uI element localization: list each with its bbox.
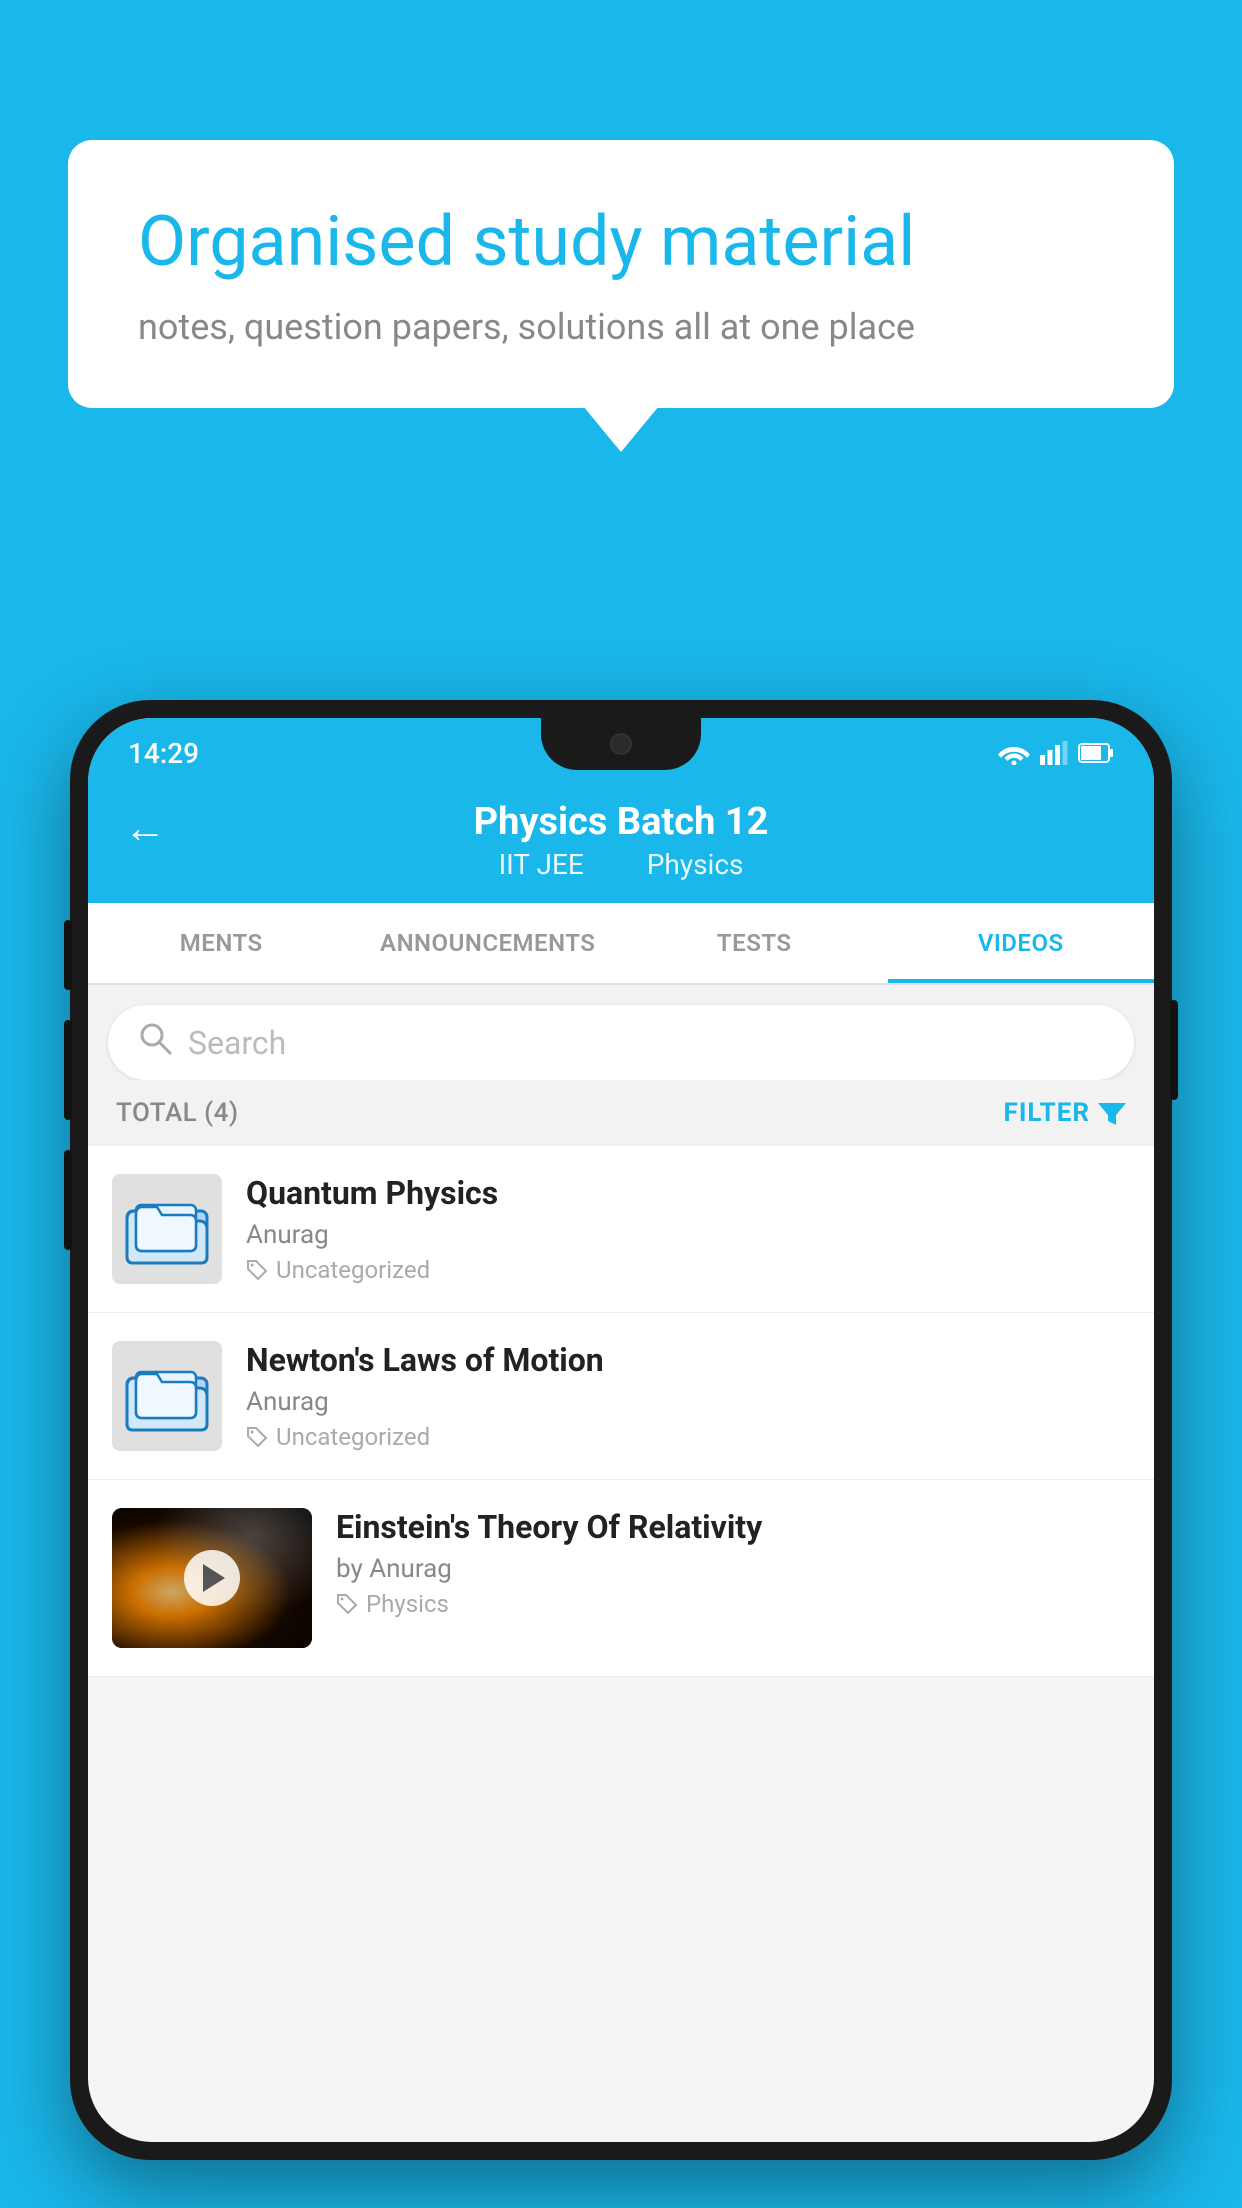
bubble-title: Organised study material <box>138 200 1104 284</box>
filter-icon <box>1098 1099 1126 1127</box>
app-bar: ← Physics Batch 12 IIT JEE Physics <box>88 780 1154 903</box>
list-item[interactable]: Einstein's Theory Of Relativity by Anura… <box>88 1480 1154 1677</box>
list-item[interactable]: Newton's Laws of Motion Anurag Uncategor… <box>88 1313 1154 1480</box>
mute-button <box>64 920 72 990</box>
tag-icon <box>336 1593 358 1615</box>
video-thumbnail-quantum <box>112 1174 222 1284</box>
tab-bar: MENTS ANNOUNCEMENTS TESTS VIDEOS <box>88 903 1154 985</box>
wifi-icon <box>998 741 1030 765</box>
filter-button[interactable]: FILTER <box>1004 1098 1126 1128</box>
folder-icon <box>122 1184 212 1274</box>
search-bar[interactable]: Search <box>108 1005 1134 1080</box>
back-button[interactable]: ← <box>124 804 166 853</box>
tag-text: Physics <box>366 1590 449 1618</box>
volume-down-button <box>64 1150 72 1250</box>
speech-bubble: Organised study material notes, question… <box>68 140 1174 408</box>
play-button-overlay[interactable] <box>112 1508 312 1648</box>
tab-ments[interactable]: MENTS <box>88 903 355 983</box>
list-item[interactable]: Quantum Physics Anurag Uncategorized <box>88 1146 1154 1313</box>
tag-icon <box>246 1426 268 1448</box>
content-area: Search TOTAL (4) FILTER <box>88 985 1154 1677</box>
video-title: Einstein's Theory Of Relativity <box>336 1508 1130 1546</box>
front-camera <box>610 733 632 755</box>
tag-text: Uncategorized <box>276 1256 430 1284</box>
video-tag: Physics <box>336 1590 1130 1618</box>
tab-videos[interactable]: VIDEOS <box>888 903 1155 983</box>
phone-mockup: 14:29 <box>70 700 1172 2208</box>
phone-outer: 14:29 <box>70 700 1172 2160</box>
search-icon <box>138 1021 172 1064</box>
video-title: Newton's Laws of Motion <box>246 1341 1130 1379</box>
video-author: Anurag <box>246 1220 1130 1250</box>
app-subtitle: IIT JEE Physics <box>485 848 758 881</box>
subtitle-part1: IIT JEE <box>499 848 584 881</box>
signal-icon <box>1040 741 1068 765</box>
status-time: 14:29 <box>128 737 199 770</box>
volume-up-button <box>64 1020 72 1120</box>
video-info-newton: Newton's Laws of Motion Anurag Uncategor… <box>246 1341 1130 1451</box>
play-triangle-icon <box>203 1564 225 1592</box>
video-list: Quantum Physics Anurag Uncategorized <box>88 1146 1154 1677</box>
power-button <box>1170 1000 1178 1100</box>
video-tag: Uncategorized <box>246 1423 1130 1451</box>
video-author: by Anurag <box>336 1554 1130 1584</box>
tag-icon <box>246 1259 268 1281</box>
tab-tests[interactable]: TESTS <box>621 903 888 983</box>
battery-icon <box>1078 742 1114 764</box>
filter-label: FILTER <box>1004 1098 1090 1128</box>
tab-announcements[interactable]: ANNOUNCEMENTS <box>355 903 622 983</box>
folder-icon <box>122 1351 212 1441</box>
video-tag: Uncategorized <box>246 1256 1130 1284</box>
bubble-subtitle: notes, question papers, solutions all at… <box>138 306 1104 348</box>
app-title: Physics Batch 12 <box>474 800 769 844</box>
subtitle-part2: Physics <box>647 848 744 881</box>
video-info-quantum: Quantum Physics Anurag Uncategorized <box>246 1174 1130 1284</box>
total-count: TOTAL (4) <box>116 1098 239 1128</box>
video-thumbnail-newton <box>112 1341 222 1451</box>
video-info-einstein: Einstein's Theory Of Relativity by Anura… <box>336 1508 1130 1618</box>
video-thumbnail-einstein <box>112 1508 312 1648</box>
video-title: Quantum Physics <box>246 1174 1130 1212</box>
status-icons <box>998 741 1114 765</box>
video-author: Anurag <box>246 1387 1130 1417</box>
tag-text: Uncategorized <box>276 1423 430 1451</box>
play-button[interactable] <box>184 1550 240 1606</box>
speech-bubble-section: Organised study material notes, question… <box>68 140 1174 408</box>
phone-notch <box>541 718 701 770</box>
filter-bar: TOTAL (4) FILTER <box>88 1080 1154 1146</box>
search-placeholder: Search <box>188 1024 286 1062</box>
phone-screen: 14:29 <box>88 718 1154 2142</box>
